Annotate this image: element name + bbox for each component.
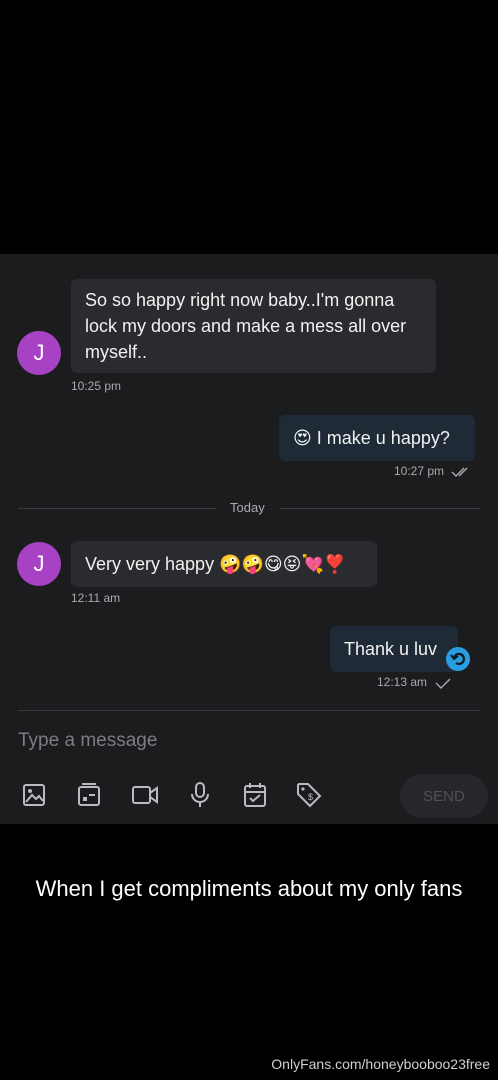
message-timestamp: 12:11 am [71, 591, 121, 605]
microphone-icon[interactable] [185, 780, 215, 810]
double-check-icon [451, 467, 468, 477]
avatar-letter: J [33, 340, 45, 365]
video-camera-icon[interactable] [130, 780, 160, 810]
message-bubble-outgoing[interactable]: 😍 I make u happy? [279, 415, 475, 461]
emoji: 🤪🤪😋😝💘❣️ [219, 554, 347, 574]
meme-caption: When I get compliments about my only fan… [35, 876, 463, 901]
message-bubble-incoming[interactable]: Very very happy 🤪🤪😋😝💘❣️ [71, 541, 377, 587]
watermark: OnlyFans.com/honeybooboo23free [271, 1056, 490, 1072]
composer-separator [18, 710, 480, 711]
chat-screen: J So so happy right now baby..I'm gonna … [0, 254, 498, 824]
gallery-icon[interactable] [74, 780, 104, 810]
image-icon[interactable] [19, 780, 49, 810]
reply-icon[interactable] [446, 647, 470, 671]
message-timestamp-row: 10:27 pm [394, 464, 473, 478]
calendar-check-icon[interactable] [240, 780, 270, 810]
message-text: Thank u luv [344, 639, 438, 659]
divider-line-left [18, 508, 216, 509]
message-timestamp-row: 12:13 am [377, 675, 452, 689]
divider-line-right [280, 508, 480, 509]
message-bubble-outgoing[interactable]: Thank u luv [330, 626, 458, 672]
avatar[interactable]: J [17, 542, 61, 586]
message-text: So so happy right now baby..I'm gonna lo… [85, 290, 407, 362]
message-timestamp: 12:13 am [377, 675, 428, 689]
avatar-letter: J [33, 551, 45, 576]
message-timestamp: 10:27 pm [394, 464, 445, 478]
message-timestamp: 10:25 pm [71, 379, 122, 393]
message-text: Very very happy [85, 554, 215, 574]
message-text: I make u happy? [316, 428, 450, 448]
send-button[interactable]: SEND [400, 774, 488, 818]
check-icon [435, 678, 451, 689]
message-input[interactable] [18, 726, 378, 756]
avatar[interactable]: J [17, 331, 61, 375]
message-bubble-incoming[interactable]: So so happy right now baby..I'm gonna lo… [71, 279, 436, 373]
price-tag-icon[interactable]: $ [294, 780, 324, 810]
svg-text:$: $ [308, 792, 313, 802]
emoji: 😍 [293, 428, 312, 448]
day-divider-label: Today [230, 500, 265, 515]
